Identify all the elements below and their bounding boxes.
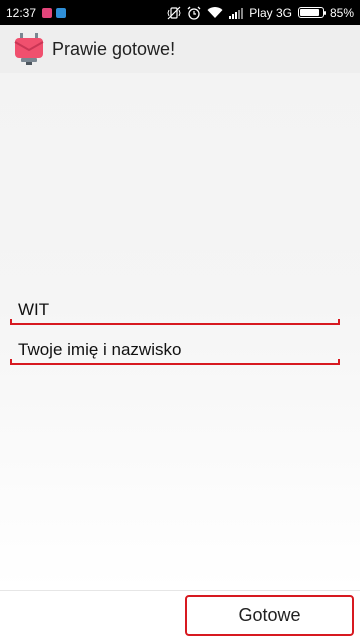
wifi-icon — [207, 6, 223, 20]
app-bar: Prawie gotowe! — [0, 25, 360, 73]
name-input[interactable] — [18, 339, 332, 361]
battery-icon — [297, 7, 326, 18]
alarm-icon — [187, 6, 201, 20]
status-bar: 12:37 Play 3G 85% — [0, 0, 360, 25]
battery-percent: 85% — [329, 5, 354, 20]
done-button[interactable]: Gotowe — [185, 595, 354, 636]
status-time: 12:37 — [6, 5, 37, 20]
field-1-input[interactable] — [18, 299, 332, 321]
carrier-label: Play 3G — [249, 5, 292, 20]
name-field-container — [10, 339, 340, 365]
signal-icon — [229, 6, 244, 20]
form-area — [0, 73, 360, 590]
field-1-container — [10, 299, 340, 325]
app-logo-icon — [14, 33, 44, 65]
vibrate-icon — [167, 6, 181, 20]
battery-level — [299, 9, 319, 16]
bottom-action-bar: Gotowe — [0, 590, 360, 641]
notification-calendar-icon — [56, 7, 67, 18]
notification-app-icon — [42, 7, 53, 18]
page-title: Prawie gotowe! — [52, 38, 176, 59]
